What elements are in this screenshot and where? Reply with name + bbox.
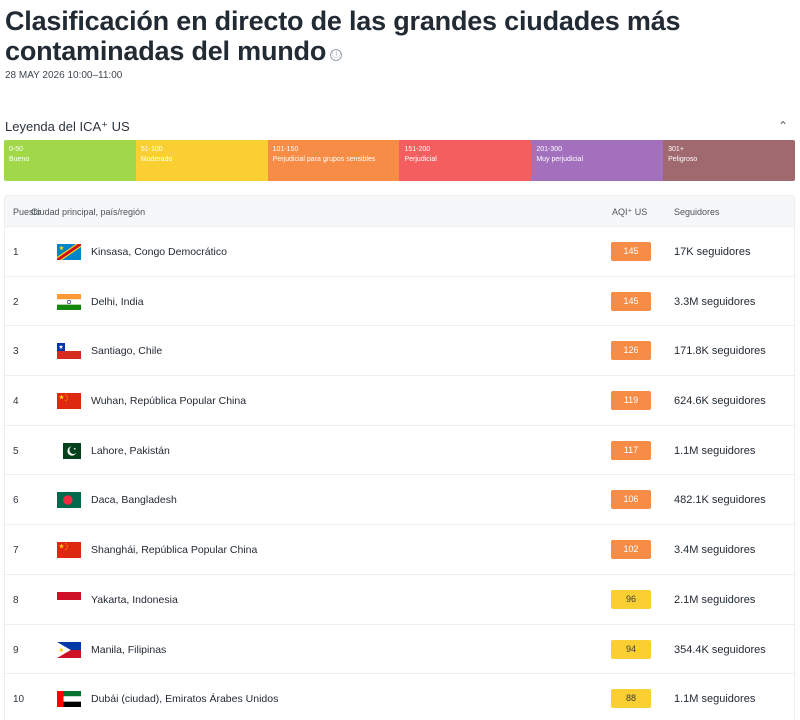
flag-china-icon [57,393,81,410]
rank-cell: 5 [13,445,19,457]
legend-segment: 101-150 Perjudicial para grupos sensibles [267,140,400,181]
followers-count: 354.4K seguidores [674,643,766,656]
legend-segment: 201-300 Muy perjudicial [531,140,664,181]
flag-pakistan-icon [57,442,81,459]
aqi-badge: 126 [611,341,651,361]
table-row[interactable]: 4 Wuhan, República Popular China 119 624.6K… [5,376,794,426]
table-body: 1 Kinsasa, Congo Democrático 145 17K seguid… [5,227,794,720]
legend-segment: 301+ Peligroso [663,140,795,181]
aqi-badge: 106 [611,490,651,510]
legend-segment-label: Peligroso [668,156,698,163]
table-row[interactable]: 8 Yakarta, Indonesia 96 2.1M seguidores [5,575,794,625]
legend-segment: 51-100 Moderado [135,140,268,181]
aqi-badge: 145 [611,242,651,261]
rank-cell: 7 [13,545,19,557]
legend-segment-label: Bueno [9,156,30,163]
aqi-legend-bar: 0-50 Bueno 51-100 Moderado 101-150 Perjudicia… [4,140,795,181]
followers-count: 3.3M seguidores [674,295,756,308]
city-link[interactable]: Manila, Filipinas [91,644,166,656]
rank-cell: 8 [13,594,19,606]
legend-segment: 151-200 Perjudicial [399,140,532,181]
table-row[interactable]: 3 Santiago, Chile 126 171.8K seguidores [5,326,794,377]
aqi-badge: 94 [611,639,651,659]
city-link[interactable]: Delhi, India [91,296,144,308]
legend-segment-label: Perjudicial para grupos sensibles [272,156,376,163]
table-row[interactable]: 1 Kinsasa, Congo Democrático 145 17K seguid… [5,227,794,277]
city-link[interactable]: Yakarta, Indonesia [91,594,178,606]
city-link[interactable]: Dubái (ciudad), Emiratos Árabes Unidos [91,693,278,705]
followers-count: 1.1M seguidores [674,444,756,457]
followers-count: 2.1M seguidores [674,593,756,606]
aqi-badge: 119 [611,391,651,411]
rank-cell: 9 [13,644,19,656]
legend-segment-label: Muy perjudicial [536,156,583,163]
flag-china-icon [57,542,81,559]
page-title-text: Clasificación en directo de las grandes … [5,6,681,66]
aqi-badge: 145 [611,291,651,311]
flag-uae-icon [57,691,81,708]
city-link[interactable]: Lahore, Pakistán [91,445,170,457]
chevron-up-icon[interactable]: ⌃ [775,118,791,134]
timestamp: 28 MAY 2026 10:00–11:00 [5,70,123,81]
followers-count: 171.8K seguidores [674,345,766,358]
rank-cell: 6 [13,495,19,507]
table-row[interactable]: 6 Daca, Bangladesh 106 482.1K seguidores [5,475,794,526]
followers-count: 624.6K seguidores [674,395,766,408]
table-row[interactable]: 5 Lahore, Pakistán 117 1.1M seguidores [5,426,794,476]
rank-cell: 4 [13,396,19,408]
legend-segment-label: Moderado [140,156,173,163]
flag-chile-icon [57,343,81,360]
page-title: Clasificación en directo de las grandes … [5,6,800,66]
column-header-aqi: AQI⁺ US [612,207,648,217]
rank-cell: 2 [13,296,19,308]
city-link[interactable]: Santiago, Chile [91,345,162,357]
flag-india-icon [57,293,81,310]
city-link[interactable]: Daca, Bangladesh [91,494,177,506]
followers-count: 3.4M seguidores [674,544,756,557]
followers-count: 482.1K seguidores [674,494,766,507]
legend-title: Leyenda del ICA⁺ US [5,119,130,134]
flag-bangladesh-icon [57,492,81,509]
legend-header: Leyenda del ICA⁺ US ⌃ [5,118,795,136]
aqi-badge: 96 [611,589,651,609]
table-row[interactable]: 7 Shanghái, República Popular China 102 3.4… [5,525,794,575]
legend-segment: 0-50 Bueno [4,140,136,181]
flag-dr-congo-icon [57,244,81,260]
rank-cell: 10 [13,694,25,706]
aqi-badge: 88 [611,689,651,709]
legend-segment-range: 101-150 [272,146,299,153]
city-link[interactable]: Shanghái, República Popular China [91,544,257,556]
aqi-badge: 117 [611,440,651,460]
followers-count: 17K seguidores [674,246,751,258]
city-link[interactable]: Wuhan, República Popular China [91,395,246,407]
column-header-followers: Seguidores [674,207,720,217]
followers-count: 1.1M seguidores [674,693,756,706]
info-icon[interactable]: ⓘ [330,49,343,61]
rank-cell: 3 [13,346,19,358]
table-header: Puesto Ciudad principal, país/región AQI… [5,196,794,227]
legend-segment-range: 51-100 [140,146,163,153]
legend-segment-range: 151-200 [404,146,431,153]
table-row[interactable]: 10 Dubái (ciudad), Emiratos Árabes Unidos… [5,674,794,720]
table-row[interactable]: 9 Manila, Filipinas 94 354.4K seguidores [5,625,794,675]
ranking-table: Puesto Ciudad principal, país/región AQI… [4,195,795,720]
column-header-city: Ciudad principal, país/región [31,207,146,217]
city-link[interactable]: Kinsasa, Congo Democrático [91,246,227,258]
flag-indonesia-icon [57,591,81,608]
table-row[interactable]: 2 Delhi, India 145 3.3M seguidores [5,277,794,327]
aqi-badge: 102 [611,540,651,560]
flag-philippines-icon [57,641,81,658]
legend-segment-range: 0-50 [9,146,24,153]
legend-segment-range: 301+ [668,146,684,153]
legend-segment-range: 201-300 [536,146,563,153]
legend-segment-label: Perjudicial [404,156,437,163]
rank-cell: 1 [13,247,19,258]
